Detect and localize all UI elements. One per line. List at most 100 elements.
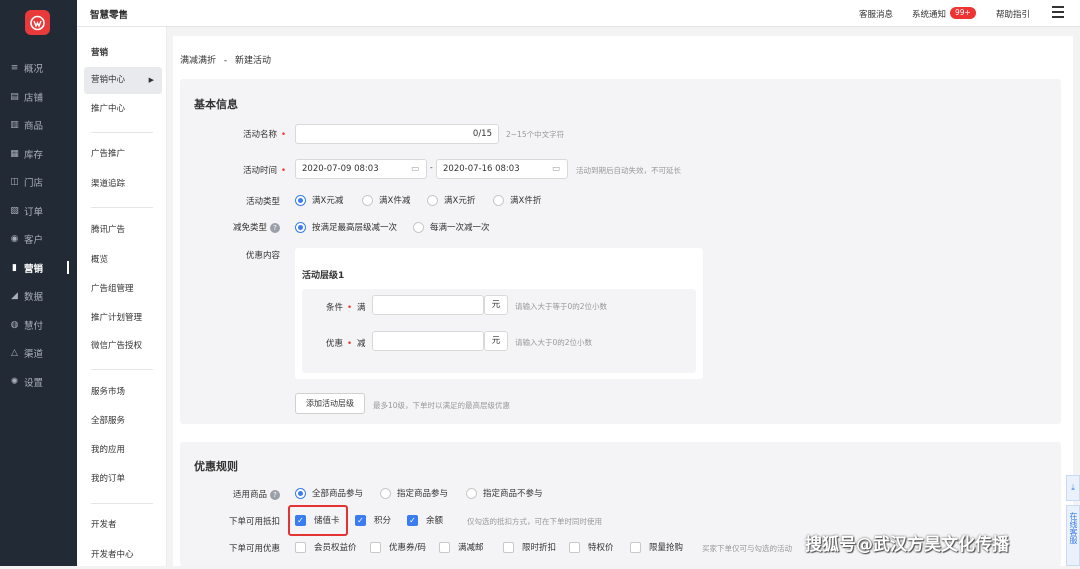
nav-item-2[interactable]: ▥ 商品 [0, 111, 77, 139]
radio-reduce-highest-once[interactable]: 按满足最高层级减一次 [295, 221, 397, 233]
discount-amount-input[interactable] [372, 331, 484, 351]
start-date-value: 2020-07-09 08:03 [302, 164, 379, 174]
checkbox-coupon[interactable]: 优惠券/码 [370, 541, 426, 553]
nav-item-label: 店铺 [24, 93, 44, 104]
subnav-item-ad-promotion[interactable]: 广告推广 [84, 141, 162, 168]
subnav-item-marketing-center[interactable]: 营销中心 ▶ [84, 67, 162, 94]
check-icon: ✓ [407, 514, 418, 526]
nav-item-label: 库存 [24, 150, 44, 161]
check-icon: ✓ [355, 514, 366, 526]
nav-item-3[interactable]: ▦ 库存 [0, 140, 77, 168]
nav-item-label: 概况 [24, 64, 44, 75]
radio-circle [295, 487, 306, 499]
condition-amount-input[interactable] [372, 295, 484, 315]
nav-item-5[interactable]: ▧ 订单 [0, 197, 77, 225]
field-label-activity-time: 活动时间 • [186, 164, 286, 176]
service-message-link[interactable]: 客服消息 [859, 8, 893, 20]
pay-icon: ◍ [10, 320, 19, 330]
radio-label: 满X元折 [444, 196, 476, 206]
checkbox-flash-discount[interactable]: 限时折扣 [503, 541, 556, 553]
radio-type-item-reduce[interactable]: 满X件减 [362, 194, 410, 206]
subnav-item-developer[interactable]: 开发者 [84, 512, 162, 539]
help-icon[interactable]: ? [270, 490, 280, 500]
radio-type-item-discount[interactable]: 满X件折 [493, 194, 541, 206]
divider [91, 503, 153, 504]
nav-item-9[interactable]: ◍ 慧付 [0, 311, 77, 339]
basic-info-card: 基本信息 活动名称 • 0/15 2~15个中文字符 活动时间 • 2020-07-… [180, 79, 1061, 424]
start-date-input[interactable]: 2020-07-09 08:03 ▭ [295, 159, 427, 179]
radio-goods-all[interactable]: 全部商品参与 [295, 487, 363, 499]
secondary-nav: 营销 营销中心 ▶ 推广中心 广告推广 渠道追踪 腾讯广告 概览 广告组管理 推广… [77, 27, 167, 566]
checkbox-balance[interactable]: ✓ 余额 [407, 514, 443, 526]
activity-name-input[interactable]: 0/15 [295, 124, 499, 144]
nav-item-7[interactable]: ▮ 营销 [0, 254, 77, 282]
radio-circle [427, 194, 438, 206]
condition-hint: 请输入大于等于0的2位小数 [515, 302, 608, 311]
nav-item-0[interactable]: ≡ 概况 [0, 54, 77, 82]
label-text: 减免类型 [232, 223, 267, 233]
online-service-button[interactable]: 在线客服 [1066, 505, 1080, 566]
logo-mark-icon [30, 15, 45, 31]
radio-reduce-each[interactable]: 每满一次减一次 [413, 221, 490, 233]
radio-label: 指定商品参与 [397, 489, 449, 499]
end-date-value: 2020-07-16 08:03 [443, 164, 520, 174]
caret-right-icon: ▶ [148, 76, 154, 84]
subnav-item-dev-center[interactable]: 开发者中心 [84, 542, 162, 569]
nav-item-6[interactable]: ◉ 客户 [0, 225, 77, 253]
required-mark: • [280, 130, 286, 140]
nav-item-label: 订单 [24, 207, 44, 218]
prefix-text: 满 [357, 303, 366, 313]
subnav-item-wechat-auth[interactable]: 微信广告授权 [84, 333, 162, 360]
radio-type-yuan-reduce[interactable]: 满X元减 [295, 194, 343, 206]
checkbox-points[interactable]: ✓ 积分 [355, 514, 391, 526]
right-edge-tools: ⤓ 在线客服 [1066, 475, 1080, 566]
subnav-item-all-services[interactable]: 全部服务 [84, 408, 162, 435]
help-icon[interactable]: ? [270, 223, 280, 233]
nav-item-8[interactable]: ◢ 数据 [0, 282, 77, 310]
nav-item-10[interactable]: △ 渠道 [0, 339, 77, 367]
radio-label: 全部商品参与 [312, 489, 364, 499]
app-logo[interactable] [25, 10, 50, 35]
subnav-item-service-market[interactable]: 服务市场 [84, 379, 162, 406]
subnav-item-overview[interactable]: 概览 [84, 247, 162, 274]
subnav-item-label: 营销中心 [91, 75, 126, 85]
discount-level-panel: 活动层级1 条件 • 满 元 请输入大于等于0的2位小数 优惠 • 减 元 请输入大于0… [295, 248, 703, 379]
nav-item-1[interactable]: ▤ 店铺 [0, 83, 77, 111]
help-guide-link[interactable]: 帮助指引 [996, 8, 1030, 20]
inventory-icon: ▦ [10, 149, 19, 159]
label-text: 条件 [326, 303, 344, 313]
checkbox-privilege-price[interactable]: 特权价 [569, 541, 614, 553]
radio-goods-excluded[interactable]: 指定商品不参与 [466, 487, 543, 499]
subnav-item-channel-tracking[interactable]: 渠道追踪 [84, 171, 162, 198]
nav-item-4[interactable]: ◫ 门店 [0, 168, 77, 196]
download-icon[interactable]: ⤓ [1066, 475, 1080, 501]
channel-icon: △ [11, 348, 18, 358]
system-notice-link[interactable]: 系统通知 [912, 8, 946, 20]
checkbox-free-shipping[interactable]: 满减邮 [439, 541, 484, 553]
checkbox-limited-buy[interactable]: 限量抢购 [630, 541, 683, 553]
subnav-item-my-orders[interactable]: 我的订单 [84, 466, 162, 493]
end-date-input[interactable]: 2020-07-16 08:03 ▭ [436, 159, 568, 179]
overview-icon: ≡ [10, 63, 19, 73]
radio-type-yuan-discount[interactable]: 满X元折 [427, 194, 475, 206]
checkbox-stored-value-card[interactable]: ✓ 储值卡 [295, 514, 340, 526]
field-label-activity-name: 活动名称 • [186, 128, 286, 140]
breadcrumb-parent[interactable]: 满减满折 [180, 56, 216, 66]
required-mark: • [280, 166, 286, 176]
checkbox-member-price[interactable]: 会员权益价 [295, 541, 357, 553]
field-label-deductions: 下单可用抵扣 [228, 517, 280, 527]
radio-goods-specified[interactable]: 指定商品参与 [380, 487, 448, 499]
level-box: 条件 • 满 元 请输入大于等于0的2位小数 优惠 • 减 元 请输入大于0的2位小数 [302, 289, 696, 373]
subnav-item-promotion-center[interactable]: 推广中心 [84, 96, 162, 123]
subnav-item-my-apps[interactable]: 我的应用 [84, 437, 162, 464]
watermark: 搜狐号@武汉方昊文化传播 [805, 535, 1009, 555]
checkbox-label: 特权价 [588, 543, 614, 553]
subnav-item-tencent-ads[interactable]: 腾讯广告 [84, 217, 162, 244]
subnav-item-plan[interactable]: 推广计划管理 [84, 305, 162, 332]
add-level-button[interactable]: 添加活动层级 [295, 393, 365, 414]
subnav-item-adgroup[interactable]: 广告组管理 [84, 276, 162, 303]
prefix-text: 减 [357, 339, 366, 349]
nav-item-11[interactable]: ✺ 设置 [0, 368, 77, 396]
menu-icon[interactable] [1052, 6, 1064, 18]
label-text: 活动名称 [242, 130, 277, 140]
